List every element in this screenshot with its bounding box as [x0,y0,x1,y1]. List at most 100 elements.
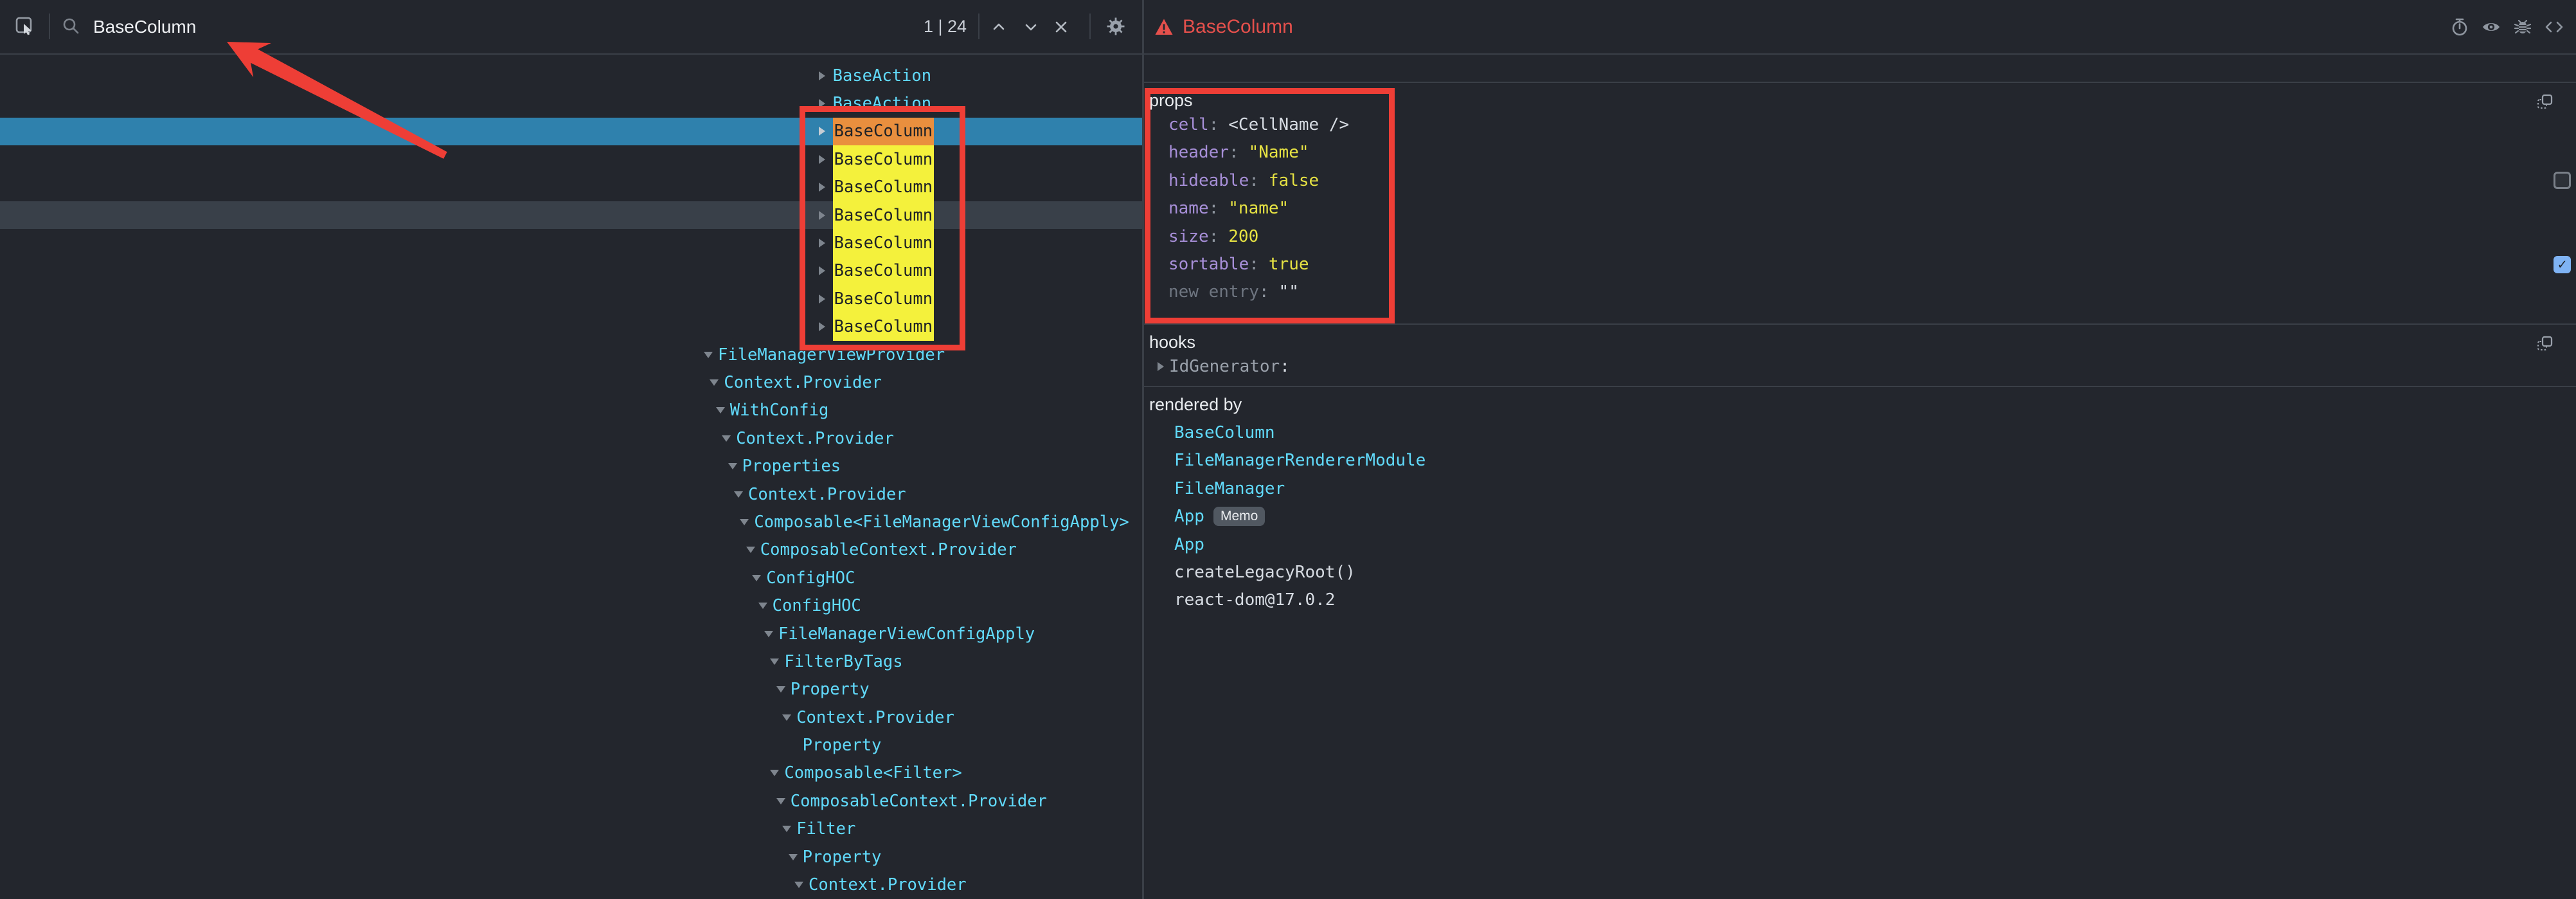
hook-row[interactable]: IdGenerator: [1144,352,2576,380]
inspect-element-icon[interactable] [15,16,35,37]
tree-row[interactable]: Property [0,731,1142,759]
component-name: Property [803,731,882,759]
tree-row[interactable]: BaseColumn [0,313,1142,341]
tree-row[interactable]: Context.Provider [0,704,1142,731]
chevron-down-icon[interactable] [752,564,766,592]
chevron-down-icon[interactable] [722,424,736,452]
tree-row[interactable]: FileManagerViewConfigApply [0,620,1142,648]
divider [1089,14,1091,39]
tree-row[interactable]: ComposableContext.Provider [0,536,1142,564]
chevron-down-icon[interactable] [782,704,796,731]
chevron-down-icon[interactable] [704,341,718,368]
tree-row[interactable]: BaseColumn [0,257,1142,285]
tree-row[interactable]: Composable<Filter> [0,759,1142,787]
chevron-right-icon[interactable] [819,62,833,89]
rendered-by-name: BaseColumn [1174,423,1275,442]
chevron-down-icon[interactable] [758,592,773,619]
chevron-down-icon[interactable] [764,620,778,648]
search-input[interactable]: BaseColumn [93,0,196,53]
tree-row[interactable]: Properties [0,452,1142,480]
copy-icon[interactable] [2536,93,2554,111]
divider [0,53,2576,55]
tree-row[interactable]: Composable<FileManagerViewConfigApply> [0,508,1142,536]
indent [0,201,819,229]
chevron-up-icon[interactable] [990,18,1010,39]
tree-row[interactable]: BaseAction [0,89,1142,117]
chevron-down-icon[interactable] [746,536,760,564]
rendered-by-item: react-dom@17.0.2 [1144,586,2576,614]
search-result-count: 1 | 24 [924,0,967,53]
tree-row[interactable]: BaseColumn [0,201,1142,229]
tree-row[interactable]: ConfigHOC [0,592,1142,619]
chevron-down-icon[interactable] [710,368,724,396]
close-icon[interactable] [1052,18,1073,39]
chevron-down-icon[interactable] [716,397,730,424]
chevron-down-icon[interactable] [734,480,748,508]
component-name: Context.Provider [809,871,967,898]
chevron-down-icon[interactable] [770,759,784,787]
bug-icon[interactable] [2512,17,2533,37]
tree-row[interactable]: FilterByTags [0,648,1142,675]
tree-row[interactable]: Property [0,843,1142,871]
tree-row[interactable]: Property [0,676,1142,704]
checkbox-unchecked[interactable] [2554,172,2571,189]
chevron-down-icon[interactable] [782,815,796,843]
chevron-down-icon[interactable] [789,843,803,871]
chevron-right-icon[interactable] [1158,362,1169,371]
tree-row[interactable]: ComposableContext.Provider [0,787,1142,815]
tree-row[interactable]: BaseColumn [0,229,1142,257]
rendered-by-item[interactable]: App [1144,531,2576,558]
tree-row[interactable]: BaseColumn [0,118,1142,145]
annotation-box-tree-matches [800,106,965,350]
rendered-by-name: FileManager [1174,479,1285,498]
rendered-by-item: createLegacyRoot() [1144,558,2576,586]
warning-icon [1154,17,1174,37]
indent [0,145,819,173]
component-tree: BaseActionBaseActionBaseColumnBaseColumn… [0,62,1142,899]
rendered-by-label: rendered by [1144,387,2576,415]
eye-icon[interactable] [2481,17,2501,37]
chevron-down-icon[interactable] [776,676,791,704]
checkbox-checked[interactable] [2554,256,2571,273]
chevron-down-icon[interactable] [770,648,784,675]
component-name: Context.Provider [748,480,906,508]
tree-row[interactable]: Context.Provider [0,368,1142,396]
gear-icon[interactable] [1105,16,1126,37]
copy-icon[interactable] [2536,335,2554,353]
divider [49,14,50,39]
tree-row[interactable]: BaseColumn [0,174,1142,201]
chevron-down-icon[interactable] [728,452,742,480]
tree-row[interactable]: ConfigHOC [0,564,1142,592]
tree-row[interactable]: BaseColumn [0,145,1142,173]
indent [0,452,728,480]
chevron-down-icon[interactable] [776,787,791,815]
rendered-by-item[interactable]: FileManagerRendererModule [1144,447,2576,475]
chevron-down-icon[interactable] [794,871,809,898]
component-name: Property [791,676,870,704]
rendered-by-name: App [1174,535,1204,554]
rendered-by-item[interactable]: FileManager [1144,475,2576,502]
stopwatch-icon[interactable] [2449,17,2470,37]
tree-row[interactable]: Context.Provider [0,424,1142,452]
tree-row[interactable]: Context.Provider [0,871,1142,898]
indent [0,648,770,675]
component-name: Context.Provider [724,368,882,396]
tree-row[interactable]: Filter [0,815,1142,843]
tree-row[interactable]: WithConfig [0,397,1142,424]
rendered-by-item[interactable]: BaseColumn [1144,419,2576,446]
panel-divider[interactable] [1142,0,1144,899]
rendered-by-item[interactable]: AppMemo [1144,503,2576,531]
tree-row[interactable]: BaseColumn [0,285,1142,313]
rendered-by-name: react-dom@17.0.2 [1174,590,1335,610]
indent [0,480,734,508]
indent [0,424,722,452]
tree-row[interactable]: Context.Provider [0,480,1142,508]
indent [0,62,819,89]
indent [0,871,794,898]
colon: : [1280,357,1290,376]
chevron-down-icon[interactable] [1022,18,1042,39]
tree-row[interactable]: FileManagerViewProvider [0,341,1142,368]
tree-row[interactable]: BaseAction [0,62,1142,89]
chevron-down-icon[interactable] [740,508,754,536]
view-source-icon[interactable] [2544,17,2564,37]
